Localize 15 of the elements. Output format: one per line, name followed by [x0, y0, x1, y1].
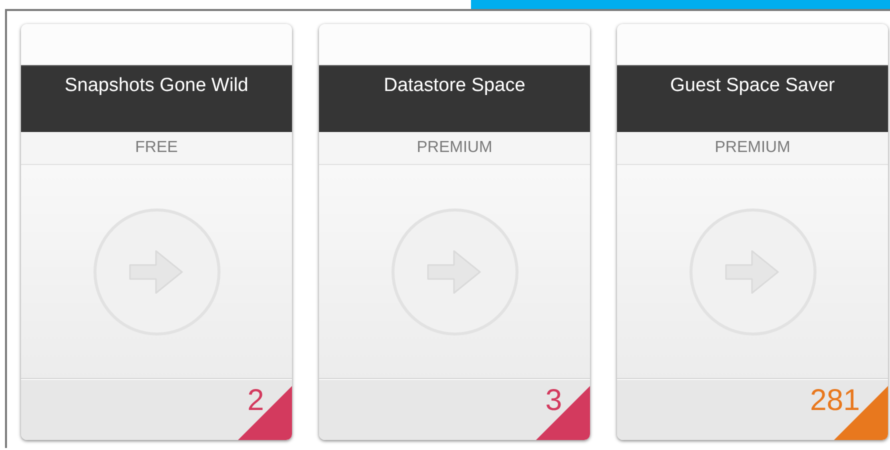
tier-label: PREMIUM [319, 132, 590, 165]
arrow-circle-icon[interactable] [688, 206, 818, 336]
card-title: Guest Space Saver [617, 66, 888, 132]
tier-label: PREMIUM [617, 132, 888, 165]
card-title: Snapshots Gone Wild [21, 66, 292, 132]
count-label: 281 [810, 384, 860, 418]
tier-label: FREE [21, 132, 292, 165]
app-card[interactable]: Snapshots Gone Wild FREE 2 [21, 24, 292, 440]
count-label: 3 [545, 384, 562, 418]
arrow-circle-icon[interactable] [390, 206, 520, 336]
card-title: Datastore Space [319, 66, 590, 132]
app-card[interactable]: Datastore Space PREMIUM 3 [319, 24, 590, 440]
count-label: 2 [247, 384, 264, 418]
app-card[interactable]: Guest Space Saver PREMIUM 281 [617, 24, 888, 440]
arrow-circle-icon[interactable] [92, 206, 222, 336]
